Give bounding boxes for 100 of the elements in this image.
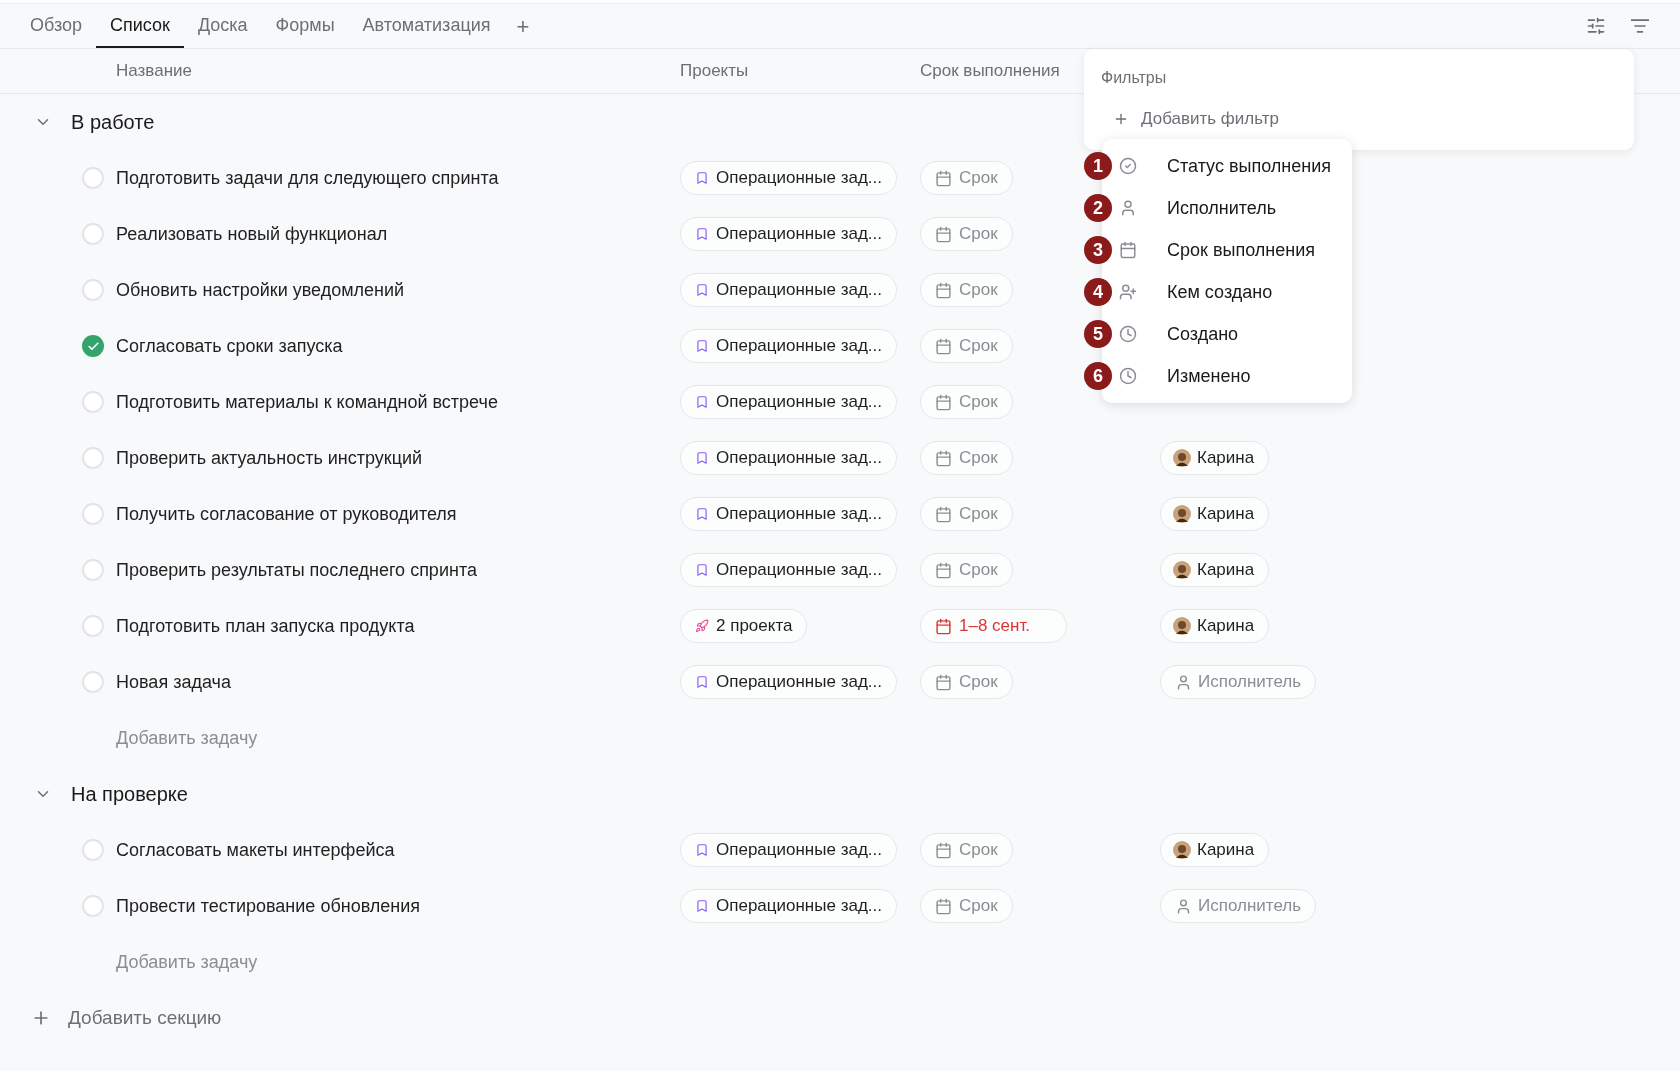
bookmark-icon — [695, 283, 709, 297]
assignee-chip[interactable]: Карина — [1160, 497, 1270, 531]
check-icon — [86, 339, 100, 353]
avatar-icon — [1173, 449, 1191, 467]
project-chip[interactable]: Операционные зад... — [680, 161, 897, 195]
bookmark-icon — [695, 563, 709, 577]
clock-icon — [1119, 325, 1137, 343]
calendar-icon — [935, 505, 952, 523]
column-header: Срок выполнения — [920, 60, 1060, 83]
column-header: Название — [116, 60, 193, 83]
column-header: Проекты — [680, 60, 750, 83]
settings-icon[interactable] — [1586, 16, 1606, 36]
task-checkbox[interactable] — [82, 615, 104, 637]
filter-icon[interactable] — [1630, 16, 1650, 36]
task-name[interactable]: Реализовать новый функционал — [116, 220, 680, 248]
menu-item[interactable]: Изменено — [1167, 362, 1251, 390]
task-name[interactable]: Подготовить материалы к командной встрече — [116, 388, 680, 416]
bookmark-icon — [695, 395, 709, 409]
task-name[interactable]: Подготовить план запуска продукта — [116, 612, 680, 640]
calendar-icon — [935, 169, 952, 187]
assignee-chip[interactable]: Карина — [1160, 609, 1270, 643]
task-name[interactable]: Согласовать макеты интерфейса — [116, 836, 680, 864]
bookmark-icon — [695, 171, 709, 185]
bookmark-icon — [695, 451, 709, 465]
calendar-icon — [935, 673, 952, 691]
due-date-chip[interactable]: 1–8 сент. — [920, 609, 1068, 643]
menu-item[interactable]: Исполнитель — [1167, 194, 1277, 222]
task-checkbox[interactable] — [82, 391, 104, 413]
task-name[interactable]: Подготовить задачи для следующего спринта — [116, 164, 680, 192]
add-filter-button[interactable]: Добавить фильтр — [1113, 106, 1280, 132]
task-checkbox[interactable] — [82, 895, 104, 917]
menu-item[interactable]: Статус выполнения — [1167, 152, 1331, 180]
calendar-icon — [935, 617, 952, 635]
section-title: На проверке — [71, 782, 188, 807]
task-checkbox[interactable] — [82, 559, 104, 581]
bookmark-icon — [695, 899, 709, 913]
menu-item[interactable]: Создано — [1167, 320, 1239, 348]
menu-item[interactable]: Кем создано — [1167, 278, 1273, 306]
number-badge: 1 — [1084, 152, 1112, 180]
project-chip[interactable]: Операционные зад... — [680, 385, 897, 419]
project-chip[interactable]: Операционные зад... — [680, 497, 897, 531]
project-chip[interactable]: Операционные зад... — [680, 665, 897, 699]
bookmark-icon — [695, 675, 709, 689]
tab[interactable]: Доска — [183, 4, 262, 48]
clock-icon — [1119, 367, 1137, 385]
bookmark-icon — [695, 227, 709, 241]
project-chip[interactable]: Операционные зад... — [680, 273, 897, 307]
calendar-icon — [935, 449, 952, 467]
add-tab-button[interactable]: + — [504, 4, 542, 48]
person-add-icon — [1119, 283, 1137, 301]
menu-item[interactable]: Срок выполнения — [1167, 236, 1315, 264]
task-checkbox[interactable] — [82, 279, 104, 301]
add-section-link[interactable]: Добавить секцию — [68, 1003, 222, 1033]
project-chip[interactable]: Операционные зад... — [680, 889, 897, 923]
task-checkbox[interactable] — [82, 447, 104, 469]
number-badge: 4 — [1084, 278, 1112, 306]
task-name[interactable]: Получить согласование от руководителя — [116, 500, 680, 528]
panel-title: Фильтры — [1101, 68, 1168, 88]
calendar-icon — [935, 225, 952, 243]
person-icon — [1175, 673, 1192, 691]
section-title: В работе — [71, 110, 155, 135]
calendar-icon — [935, 281, 952, 299]
bookmark-icon — [695, 843, 709, 857]
assignee-chip[interactable]: Карина — [1160, 553, 1270, 587]
number-badge: 6 — [1084, 362, 1112, 390]
bookmark-icon — [695, 507, 709, 521]
calendar-icon — [935, 561, 952, 579]
project-chip[interactable]: Операционные зад... — [680, 329, 897, 363]
project-chip[interactable]: Операционные зад... — [680, 553, 897, 587]
task-checkbox[interactable] — [82, 167, 104, 189]
task-checkbox[interactable] — [82, 671, 104, 693]
assignee-chip[interactable]: Карина — [1160, 441, 1270, 475]
tab[interactable]: Обзор — [16, 4, 96, 48]
calendar-icon — [935, 897, 952, 915]
task-name[interactable]: Согласовать сроки запуска — [116, 332, 680, 360]
number-badge: 5 — [1084, 320, 1112, 348]
project-chip[interactable]: Операционные зад... — [680, 441, 897, 475]
tab[interactable]: Список — [96, 4, 184, 48]
task-checkbox[interactable] — [82, 503, 104, 525]
tab[interactable]: Формы — [261, 4, 349, 48]
task-checkbox[interactable] — [82, 839, 104, 861]
bookmark-icon — [695, 339, 709, 353]
status-check-icon — [1119, 157, 1137, 175]
done-checkbox[interactable] — [82, 335, 104, 357]
assignee-chip[interactable]: Карина — [1160, 833, 1270, 867]
task-checkbox[interactable] — [82, 223, 104, 245]
tab[interactable]: Автоматизация — [348, 4, 505, 48]
avatar-icon — [1173, 505, 1191, 523]
task-name[interactable]: Новая задача — [116, 668, 680, 696]
avatar-icon — [1173, 561, 1191, 579]
project-chip[interactable]: 2 проекта — [680, 609, 808, 643]
project-chip[interactable]: Операционные зад... — [680, 833, 897, 867]
person-icon — [1175, 897, 1192, 915]
project-chip[interactable]: Операционные зад... — [680, 217, 897, 251]
task-name[interactable]: Обновить настройки уведомлений — [116, 276, 680, 304]
calendar-icon — [935, 841, 952, 859]
number-badge: 3 — [1084, 236, 1112, 264]
task-name[interactable]: Проверить результаты последнего спринта — [116, 556, 680, 584]
task-name[interactable]: Провести тестирование обновления — [116, 892, 680, 920]
task-name[interactable]: Проверить актуальность инструкций — [116, 444, 680, 472]
